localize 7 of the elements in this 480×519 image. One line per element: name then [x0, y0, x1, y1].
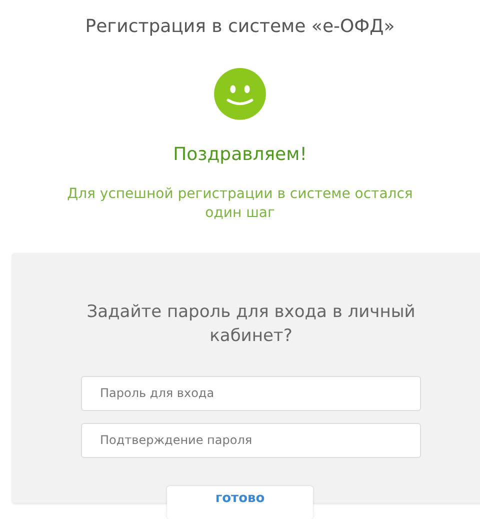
heading: Поздравляем!: [173, 144, 307, 165]
form-question: Задайте пароль для входа в личный кабинет?: [86, 300, 416, 348]
input-field[interactable]: Пароль для входа: [81, 376, 421, 411]
subtitle: Для успешной регистрации в системе остался один шаг: [66, 184, 414, 223]
submit-button[interactable]: готово: [167, 486, 313, 519]
input-field[interactable]: Подтверждение пароля: [81, 422, 421, 458]
page-title: Регистрация в системе «е-ОФД»: [85, 16, 395, 37]
